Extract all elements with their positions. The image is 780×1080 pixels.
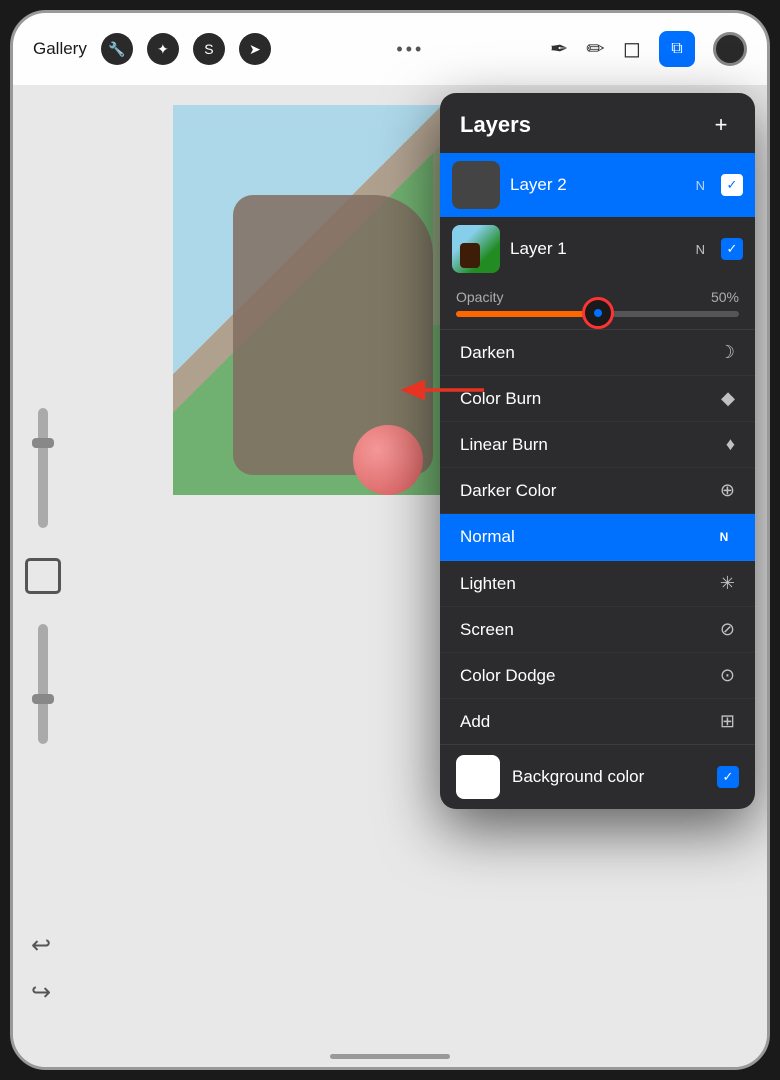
panel-header: Layers + (440, 93, 755, 153)
layer-item[interactable]: Layer 2 N ✓ (440, 153, 755, 217)
blend-mode-item[interactable]: Color Dodge ⊙ (440, 653, 755, 699)
blend-mode-name: Darken (460, 343, 515, 363)
selection-icon[interactable]: ➤ (239, 33, 271, 65)
device-frame: Gallery 🔧 ✦ S ➤ ••• ✒ ✏ ◻ ⧉ (10, 10, 770, 1070)
layer-mode: N (696, 178, 705, 193)
screen-icon: ⊘ (720, 619, 735, 640)
home-indicator (330, 1054, 450, 1059)
layer-visibility-toggle[interactable]: ✓ (721, 238, 743, 260)
wrench-icon[interactable]: 🔧 (101, 33, 133, 65)
more-options-icon[interactable]: ••• (396, 39, 424, 60)
layer-name: Layer 2 (510, 175, 686, 195)
color-burn-icon: ◆ (721, 388, 735, 409)
blend-mode-name: Screen (460, 620, 514, 640)
opacity-drag-handle[interactable] (582, 297, 614, 329)
redo-button[interactable]: ↪ (31, 978, 51, 1007)
opacity-label: Opacity (456, 289, 503, 305)
eraser-tool-icon[interactable]: ◻ (623, 36, 641, 62)
layer-item[interactable]: Layer 1 N ✓ (440, 217, 755, 281)
opacity-thumb[interactable] (582, 297, 614, 329)
smudge-icon[interactable]: S (193, 33, 225, 65)
layer-name: Layer 1 (510, 239, 686, 259)
add-icon: ⊞ (720, 711, 735, 732)
color-dodge-icon: ⊙ (720, 665, 735, 686)
layer-mode: N (696, 242, 705, 257)
opacity-row: Opacity 50% (440, 281, 755, 329)
opacity-slider[interactable] (38, 624, 48, 744)
blend-mode-name: Color Burn (460, 389, 541, 409)
blend-mode-item[interactable]: Screen ⊘ (440, 607, 755, 653)
panel-title: Layers (460, 112, 531, 138)
nib-tool-icon[interactable]: ✏ (586, 36, 604, 62)
check-icon: ✓ (727, 241, 738, 257)
bg-color-label: Background color (512, 767, 705, 787)
layer-thumbnail (452, 161, 500, 209)
brush-size-slider[interactable] (38, 408, 48, 528)
canvas-area: ↩ ↪ Layers + Layer 2 N ✓ (13, 85, 767, 1067)
layer-thumbnail (452, 225, 500, 273)
layer-visibility-toggle[interactable]: ✓ (721, 174, 743, 196)
top-bar-right: ✒ ✏ ◻ ⧉ (550, 31, 747, 67)
opacity-value: 50% (711, 289, 739, 305)
add-layer-button[interactable]: + (707, 111, 735, 139)
linear-burn-icon: ♦ (726, 434, 735, 455)
bg-color-swatch[interactable] (456, 755, 500, 799)
blend-mode-item[interactable]: Darker Color ⊕ (440, 468, 755, 514)
blend-mode-item[interactable]: Color Burn ◆ (440, 376, 755, 422)
lighten-icon: ✳ (720, 573, 735, 594)
blend-modes-list: Darken ☽ Color Burn ◆ Linear Burn ♦ Dark… (440, 329, 755, 744)
blend-mode-name: Darker Color (460, 481, 556, 501)
color-swatch[interactable] (713, 32, 747, 66)
blend-mode-item[interactable]: Linear Burn ♦ (440, 422, 755, 468)
background-color-row[interactable]: Background color ✓ (440, 744, 755, 809)
blend-mode-item[interactable]: Add ⊞ (440, 699, 755, 744)
blend-mode-name: Lighten (460, 574, 516, 594)
opacity-fill (456, 311, 598, 317)
blend-mode-item-normal[interactable]: Normal N (440, 514, 755, 561)
check-icon: ✓ (727, 177, 738, 193)
gallery-button[interactable]: Gallery (33, 39, 87, 59)
blend-mode-name: Color Dodge (460, 666, 555, 686)
blend-mode-name: Normal (460, 527, 515, 547)
bg-color-toggle[interactable]: ✓ (717, 766, 739, 788)
thumb-dot (594, 309, 602, 317)
layers-panel: Layers + Layer 2 N ✓ Layer 1 N (440, 93, 755, 809)
blend-mode-name: Add (460, 712, 490, 732)
adjust-icon[interactable]: ✦ (147, 33, 179, 65)
bg-check-icon: ✓ (723, 769, 734, 785)
layers-panel-toggle[interactable]: ⧉ (659, 31, 695, 67)
darken-icon: ☽ (719, 342, 735, 363)
top-bar-left: Gallery 🔧 ✦ S ➤ (33, 33, 271, 65)
undo-redo-controls: ↩ ↪ (31, 931, 51, 1007)
normal-badge: N (713, 526, 735, 548)
darker-color-icon: ⊕ (720, 480, 735, 501)
undo-button[interactable]: ↩ (31, 931, 51, 960)
top-bar-center: ••• (271, 39, 550, 60)
transform-icon[interactable] (25, 558, 61, 594)
blend-mode-item[interactable]: Darken ☽ (440, 330, 755, 376)
blend-mode-name: Linear Burn (460, 435, 548, 455)
top-bar: Gallery 🔧 ✦ S ➤ ••• ✒ ✏ ◻ ⧉ (13, 13, 767, 85)
pen-tool-icon[interactable]: ✒ (550, 36, 568, 62)
blend-mode-item[interactable]: Lighten ✳ (440, 561, 755, 607)
left-toolbar (13, 85, 73, 1067)
opacity-track[interactable] (456, 311, 739, 317)
